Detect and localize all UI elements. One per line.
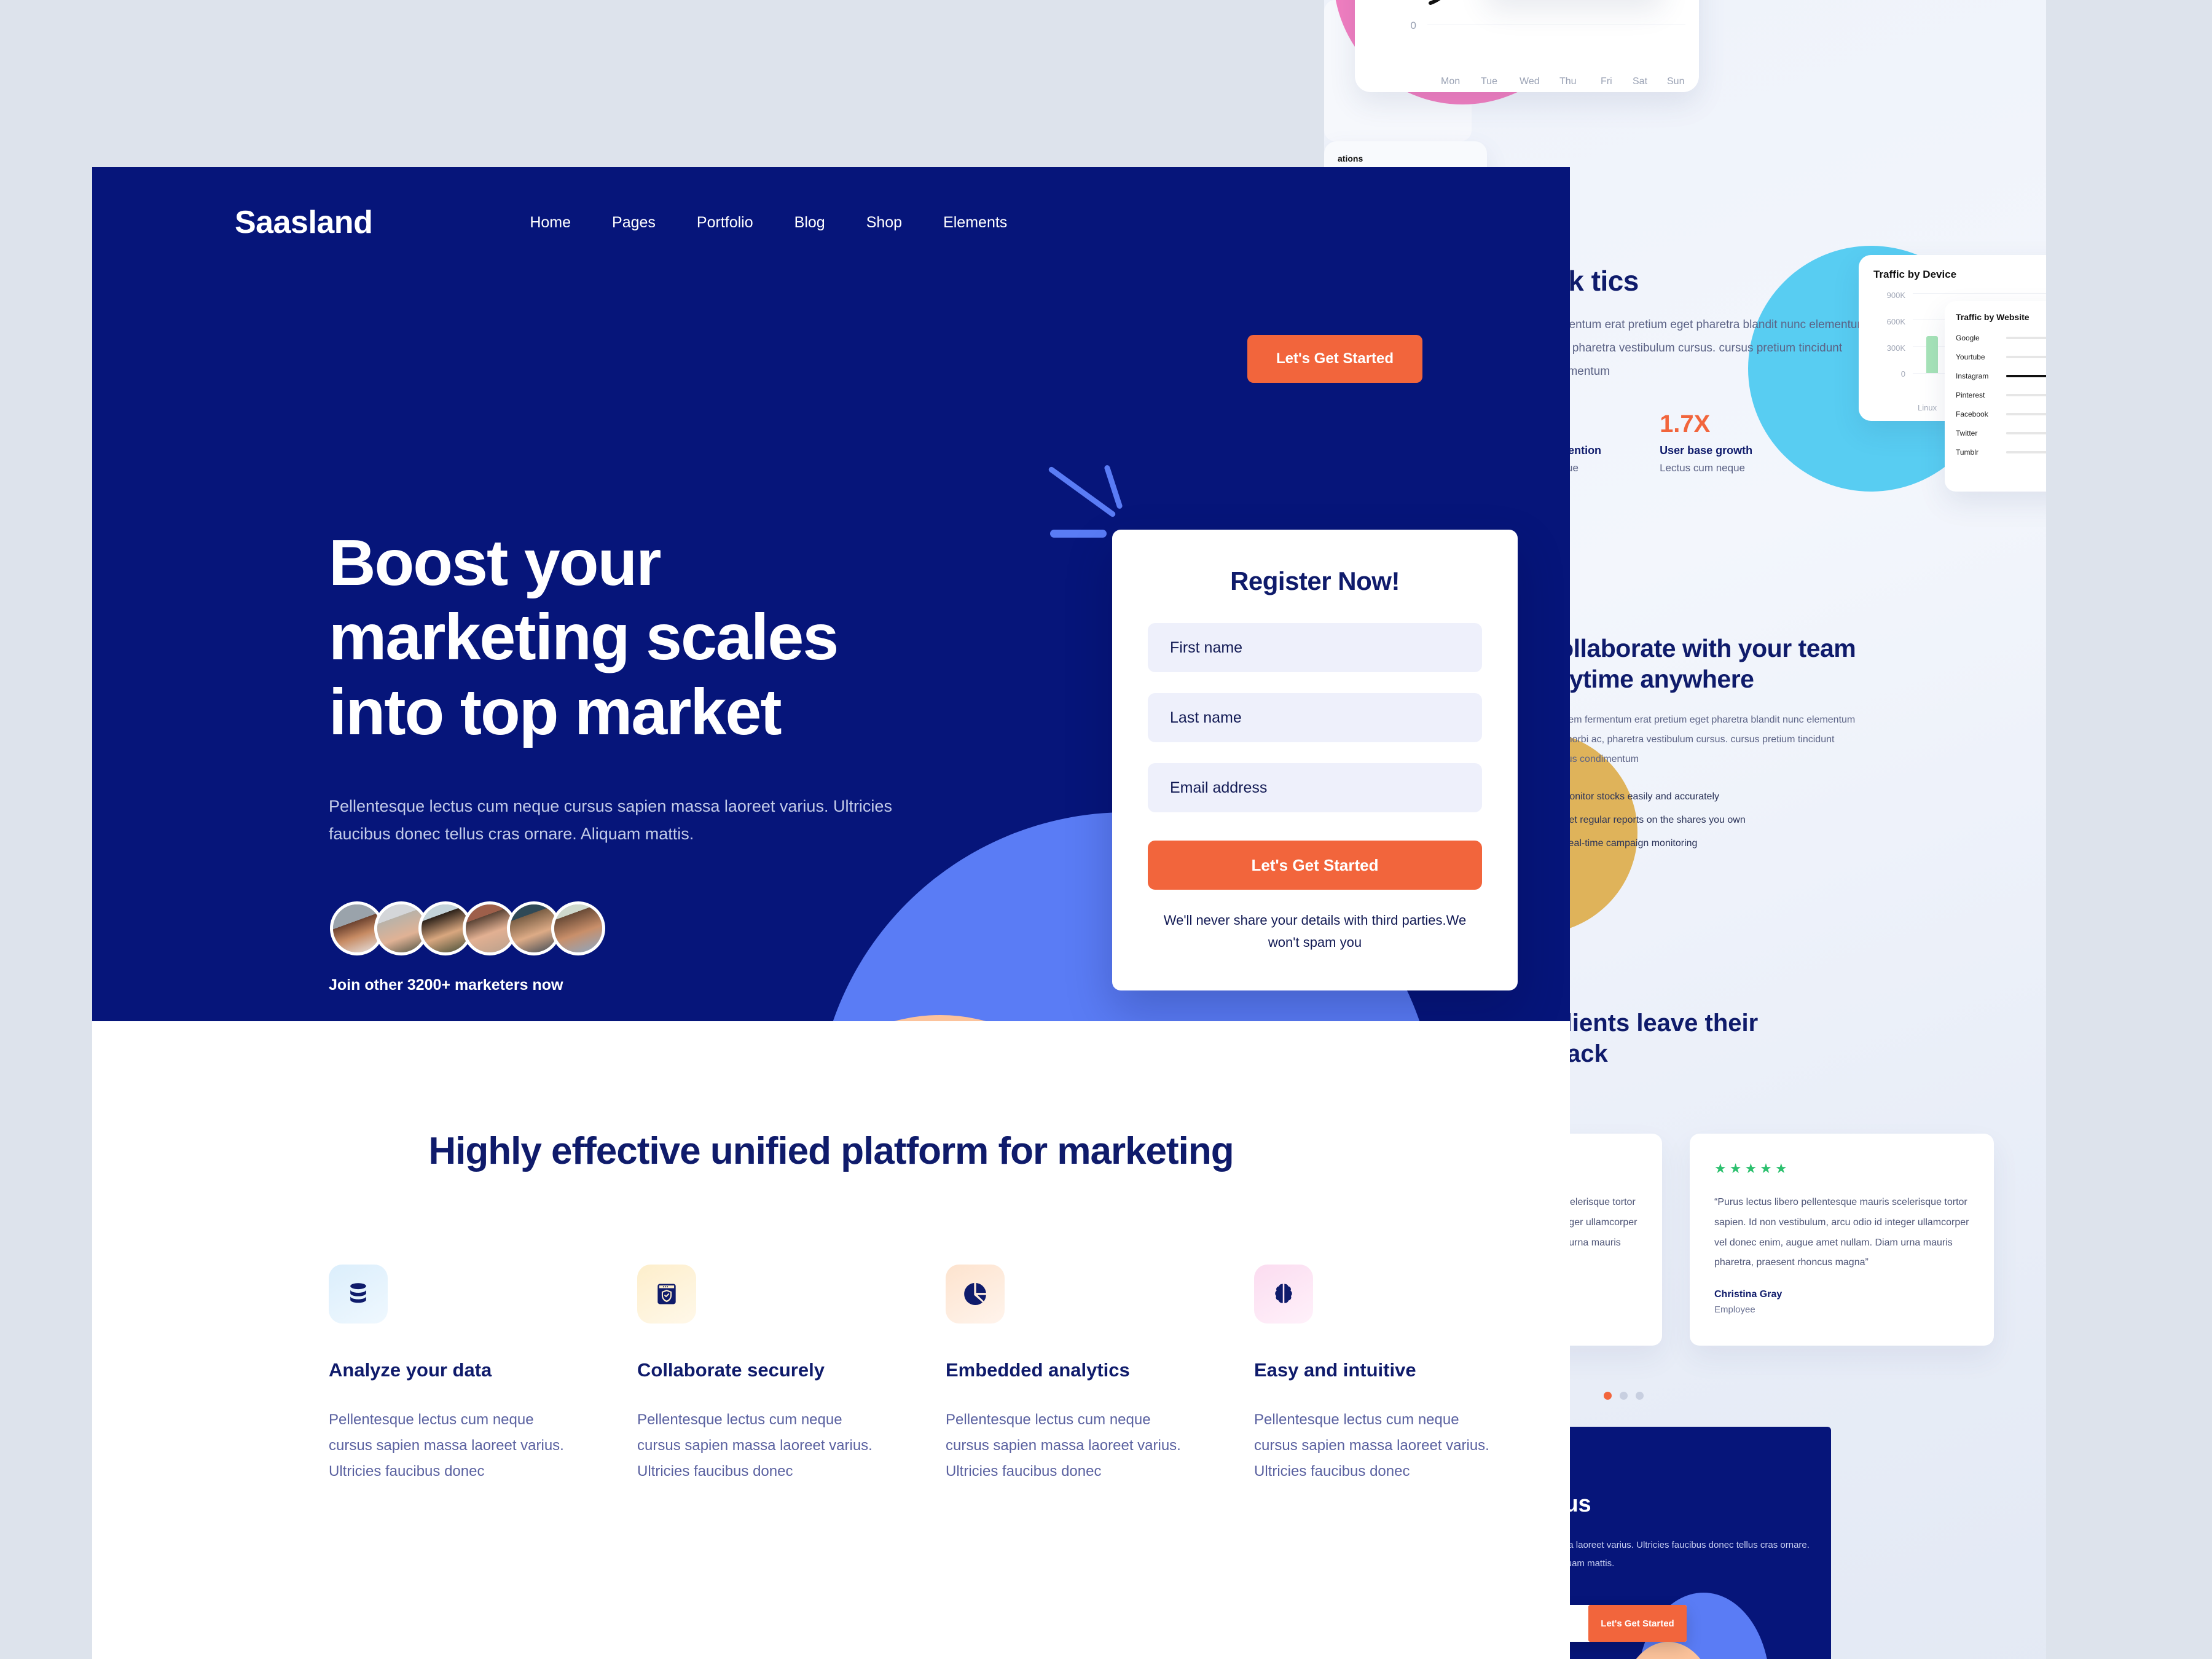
main-menu: Home Pages Portfolio Blog Shop Elements <box>530 214 1007 232</box>
email-input[interactable]: Email address <box>1148 763 1482 812</box>
features-grid: Analyze your data Pellentesque lectus cu… <box>329 1265 1570 1484</box>
register-form-card: Register Now! First name Last name Email… <box>1112 530 1518 990</box>
website-label: Google <box>1956 333 1980 342</box>
hero-paragraph: Pellentesque lectus cum neque cursus sap… <box>329 797 892 844</box>
sparkle-decoration-icon <box>1104 464 1123 510</box>
avatar-group <box>330 901 962 955</box>
page-right-gutter <box>2046 0 2117 1659</box>
feature-description: Pellentesque lectus cum neque cursus sap… <box>1254 1411 1489 1480</box>
collaborate-paragraph: Quis sem fermentum erat pretium eget pha… <box>1540 714 1856 764</box>
brand-logo[interactable]: Saasland <box>235 204 373 241</box>
checklist-label: Real-time campaign monitoring <box>1561 837 1698 849</box>
feature-title: Collaborate securely <box>637 1359 825 1381</box>
screenshot-canvas: 15M 10M 5M 1M 0 Mon Tue Wed Thu Fri Sat … <box>0 0 2212 1659</box>
collaborate-checklist: ✓ Monitor stocks easily and accurately ✓… <box>1540 790 1872 850</box>
feature-description: Pellentesque lectus cum neque cursus sap… <box>946 1411 1181 1480</box>
cta-submit-button[interactable]: Let's Get Started <box>1588 1605 1687 1642</box>
nav-item-portfolio[interactable]: Portfolio <box>697 214 753 232</box>
sparkle-decoration-icon <box>1050 530 1107 538</box>
navbar-cta-button[interactable]: Let's Get Started <box>1247 335 1422 383</box>
rating-stars: ★★★★★ <box>1714 1161 1790 1176</box>
stat-label: User base growth <box>1660 444 1753 457</box>
bar-ytick: 300K <box>1886 343 1905 353</box>
chart-xtick: Wed <box>1520 76 1540 87</box>
carousel-dot-3[interactable] <box>1636 1392 1644 1400</box>
website-label: Instagram <box>1956 371 1989 380</box>
features-heading: Highly effective unified platform for ma… <box>428 1130 1234 1172</box>
chart-xtick: Fri <box>1601 76 1612 87</box>
brain-icon <box>1254 1265 1313 1324</box>
hero-content: Boost your marketing scales into top mar… <box>329 526 962 994</box>
chart-xtick: Tue <box>1481 76 1497 87</box>
nav-item-blog[interactable]: Blog <box>794 214 825 232</box>
feature-card-intuitive: Easy and intuitive Pellentesque lectus c… <box>1254 1265 1495 1484</box>
privacy-note: We'll never share your details with thir… <box>1163 912 1467 950</box>
hero-section: Saasland Home Pages Portfolio Blog Shop … <box>92 167 1570 1021</box>
checklist-label: Get regular reports on the shares you ow… <box>1561 814 1746 825</box>
bar-ytick: 600K <box>1886 317 1905 326</box>
analytics-line-chart-card: 15M 10M 5M 1M 0 Mon Tue Wed Thu Fri Sat … <box>1355 0 1699 92</box>
nav-item-elements[interactable]: Elements <box>943 214 1007 232</box>
nav-item-home[interactable]: Home <box>530 214 571 232</box>
checklist-item: ✓ Real-time campaign monitoring <box>1540 836 1872 850</box>
feature-title: Embedded analytics <box>946 1359 1130 1381</box>
bar-ytick: 0 <box>1900 369 1905 378</box>
checklist-item: ✓ Monitor stocks easily and accurately <box>1540 790 1872 804</box>
website-label: Yourtube <box>1956 352 1985 361</box>
testimonial-role: Employee <box>1714 1304 1755 1316</box>
navbar: Saasland Home Pages Portfolio Blog Shop … <box>92 167 1570 278</box>
last-name-input[interactable]: Last name <box>1148 693 1482 742</box>
bar-ytick: 900K <box>1886 291 1905 300</box>
feature-title: Easy and intuitive <box>1254 1359 1416 1381</box>
pie-chart-icon <box>946 1265 1005 1324</box>
feature-card-embedded: Embedded analytics Pellentesque lectus c… <box>946 1265 1186 1484</box>
feature-description: Pellentesque lectus cum neque cursus sap… <box>329 1411 564 1480</box>
database-icon <box>329 1265 388 1324</box>
testimonial-quote: “Purus lectus libero pellentesque mauris… <box>1714 1197 1969 1268</box>
chart-xtick: Sun <box>1667 76 1685 87</box>
nav-item-shop[interactable]: Shop <box>866 214 902 232</box>
main-landing-page: Saasland Home Pages Portfolio Blog Shop … <box>92 167 1570 1659</box>
testimonial-card: ★★★★★ “Purus lectus libero pellentesque … <box>1690 1134 1994 1346</box>
page-title: Boost your marketing scales into top mar… <box>329 527 839 748</box>
collaborate-section: Collaborate with your team anytime anywh… <box>1540 633 1872 860</box>
browser-shield-icon <box>637 1265 696 1324</box>
bar-xtick: Linux <box>1918 403 1937 412</box>
first-name-input[interactable]: First name <box>1148 623 1482 672</box>
avatar <box>551 901 605 955</box>
checklist-label: Monitor stocks easily and accurately <box>1561 791 1719 802</box>
stat-block: 1.7X User base growth Lectus cum neque <box>1660 410 1752 474</box>
collaborate-heading: Collaborate with your team anytime anywh… <box>1540 634 1856 694</box>
website-label: Pinterest <box>1956 390 1985 399</box>
notifications-title: ations <box>1338 154 1363 163</box>
checklist-item: ✓ Get regular reports on the shares you … <box>1540 813 1872 827</box>
stat-sub: Lectus cum neque <box>1660 462 1745 474</box>
website-label: Facebook <box>1956 409 1988 418</box>
bar <box>1926 336 1938 373</box>
chart-xtick: Mon <box>1441 76 1461 87</box>
register-submit-button[interactable]: Let's Get Started <box>1148 841 1482 890</box>
join-count-text: Join other 3200+ marketers now <box>329 976 563 994</box>
website-label: Tumblr <box>1956 447 1979 457</box>
chart-ytick: 0 <box>1410 20 1416 31</box>
feature-card-analyze: Analyze your data Pellentesque lectus cu… <box>329 1265 570 1484</box>
feature-title: Analyze your data <box>329 1359 492 1381</box>
feature-description: Pellentesque lectus cum neque cursus sap… <box>637 1411 873 1480</box>
chart-xtick: Sat <box>1633 76 1648 87</box>
carousel-dot-1[interactable] <box>1604 1392 1612 1400</box>
chart-series-lines <box>1429 0 1441 5</box>
testimonial-author: Christina Gray <box>1714 1289 1783 1300</box>
website-label: Twitter <box>1956 428 1978 437</box>
feature-card-collaborate: Collaborate securely Pellentesque lectus… <box>637 1265 878 1484</box>
features-section: Highly effective unified platform for ma… <box>92 1021 1570 1484</box>
nav-item-pages[interactable]: Pages <box>612 214 656 232</box>
form-title: Register Now! <box>1230 567 1400 595</box>
chart-xtick: Thu <box>1559 76 1577 87</box>
carousel-dot-2[interactable] <box>1620 1392 1628 1400</box>
carousel-dots[interactable] <box>1604 1392 1644 1400</box>
stat-value: 1.7X <box>1660 410 1711 438</box>
